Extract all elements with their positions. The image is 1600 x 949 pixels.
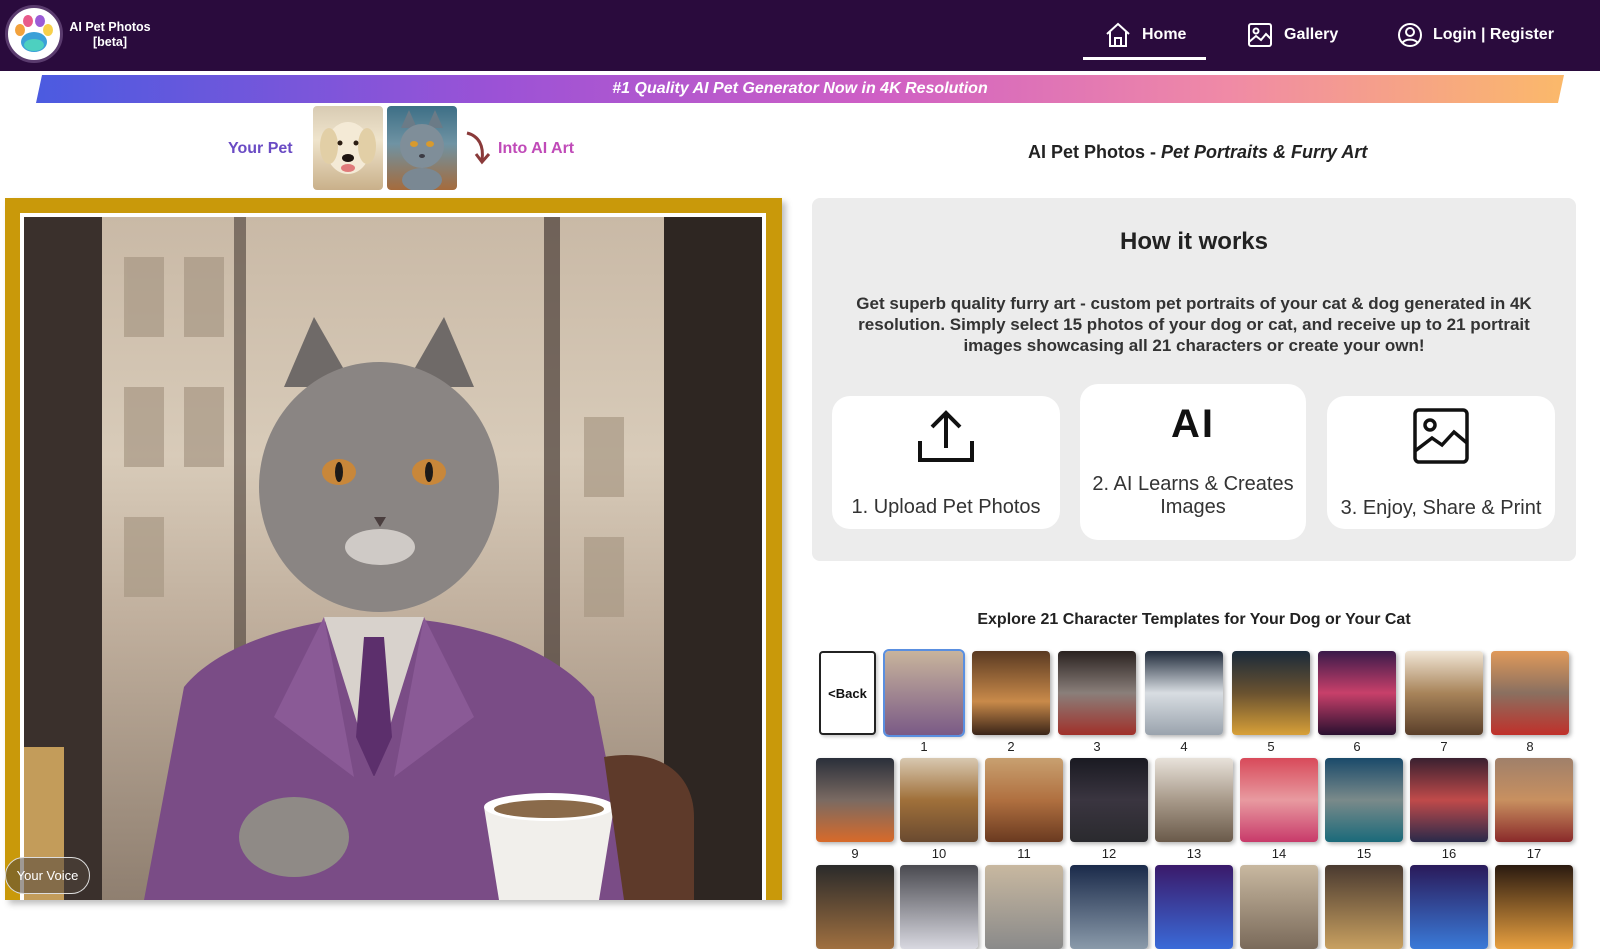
template-number: 5 xyxy=(1267,739,1275,754)
template-thumb-17[interactable] xyxy=(1495,758,1573,842)
template-number: 9 xyxy=(851,846,859,861)
top-navbar: AI Pet Photos [beta] Home Gallery Login … xyxy=(0,0,1600,71)
template-number: 8 xyxy=(1526,739,1534,754)
how-it-works-title: How it works xyxy=(1119,228,1269,255)
template-thumb-21[interactable] xyxy=(1070,865,1148,949)
back-chevron: < xyxy=(828,685,836,701)
template-thumb-15[interactable] xyxy=(1325,758,1403,842)
template-thumb-23[interactable] xyxy=(1240,865,1318,949)
featured-cat-portrait[interactable] xyxy=(24,217,762,900)
nav-home[interactable]: Home xyxy=(1104,18,1186,52)
template-number: 6 xyxy=(1353,739,1361,754)
featured-portrait-frame xyxy=(5,198,782,900)
template-thumb-25[interactable] xyxy=(1410,865,1488,949)
template-number: 7 xyxy=(1440,739,1448,754)
user-icon xyxy=(1398,23,1422,47)
template-number: 4 xyxy=(1180,739,1188,754)
template-number: 3 xyxy=(1093,739,1101,754)
cat-photo-thumbnail xyxy=(387,106,457,190)
nav-login-register[interactable]: Login | Register xyxy=(1397,18,1554,52)
subtitle-emphasis: Pet Portraits & Furry Art xyxy=(1161,142,1368,162)
template-thumb-6[interactable] xyxy=(1318,651,1396,735)
curved-arrow-icon xyxy=(466,131,491,165)
template-thumb-14[interactable] xyxy=(1240,758,1318,842)
promo-banner-text: #1 Quality AI Pet Generator Now in 4K Re… xyxy=(612,80,988,97)
template-number: 12 xyxy=(1101,846,1117,861)
template-thumb-3[interactable] xyxy=(1058,651,1136,735)
template-thumb-7[interactable] xyxy=(1405,651,1483,735)
home-icon xyxy=(1106,22,1130,47)
promo-banner[interactable]: #1 Quality AI Pet Generator Now in 4K Re… xyxy=(36,75,1564,103)
template-number: 16 xyxy=(1441,846,1457,861)
templates-title: Explore 21 Character Templates for Your … xyxy=(977,611,1411,628)
template-thumb-22[interactable] xyxy=(1155,865,1233,949)
template-thumb-11[interactable] xyxy=(985,758,1063,842)
step-enjoy-label: 3. Enjoy, Share & Print xyxy=(1340,497,1542,519)
back-label: Back xyxy=(835,685,867,701)
template-thumb-1[interactable] xyxy=(883,649,965,737)
template-thumb-2[interactable] xyxy=(972,651,1050,735)
brand-title: AI Pet Photos xyxy=(69,20,151,34)
how-it-works-description: Get superb quality furry art - custom pe… xyxy=(856,294,1532,355)
step-ai-card[interactable]: AI 2. AI Learns & Creates Images xyxy=(1080,384,1306,540)
template-number: 15 xyxy=(1356,846,1372,861)
image-icon xyxy=(1413,408,1469,464)
templates-back-button[interactable]: < Back xyxy=(819,651,876,735)
paw-logo-icon[interactable] xyxy=(5,5,63,63)
step-upload-label: 1. Upload Pet Photos xyxy=(851,496,1041,518)
nav-login-label: Login | Register xyxy=(1433,26,1554,43)
template-number: 11 xyxy=(1017,846,1031,861)
template-thumb-12[interactable] xyxy=(1070,758,1148,842)
template-thumb-8[interactable] xyxy=(1491,651,1569,735)
template-thumb-5[interactable] xyxy=(1232,651,1310,735)
your-pet-label: Your Pet xyxy=(228,140,293,157)
template-number: 1 xyxy=(920,739,928,754)
template-thumb-10[interactable] xyxy=(900,758,978,842)
ai-icon: AI xyxy=(1171,402,1215,446)
how-it-works-panel: How it works Get superb quality furry ar… xyxy=(812,198,1576,561)
template-number: 2 xyxy=(1007,739,1015,754)
step-enjoy-card[interactable]: 3. Enjoy, Share & Print xyxy=(1327,396,1555,529)
nav-home-label: Home xyxy=(1142,26,1187,43)
brand-name[interactable]: AI Pet Photos [beta] xyxy=(66,20,154,50)
upload-icon xyxy=(918,410,974,462)
template-thumb-13[interactable] xyxy=(1155,758,1233,842)
template-thumb-4[interactable] xyxy=(1145,651,1223,735)
template-thumb-26[interactable] xyxy=(1495,865,1573,949)
dog-photo-thumbnail xyxy=(313,106,383,190)
template-number: 14 xyxy=(1271,846,1287,861)
gallery-icon xyxy=(1248,23,1272,47)
step-ai-label: 2. AI Learns & Creates Images xyxy=(1092,473,1294,518)
template-thumb-24[interactable] xyxy=(1325,865,1403,949)
into-ai-art-label: Into AI Art xyxy=(498,140,575,157)
brand-beta-tag: [beta] xyxy=(92,35,128,49)
nav-gallery-label: Gallery xyxy=(1284,26,1339,43)
featured-portrait-mat xyxy=(20,213,766,900)
step-upload-card[interactable]: 1. Upload Pet Photos xyxy=(832,396,1060,529)
template-number: 13 xyxy=(1186,846,1202,861)
subtitle-prefix: AI Pet Photos - xyxy=(1028,142,1162,162)
template-thumb-9[interactable] xyxy=(816,758,894,842)
template-number: 10 xyxy=(931,846,947,861)
page-subtitle: AI Pet Photos - Pet Portraits & Furry Ar… xyxy=(1028,142,1367,163)
template-thumb-16[interactable] xyxy=(1410,758,1488,842)
nav-gallery[interactable]: Gallery xyxy=(1246,18,1338,52)
template-thumb-19[interactable] xyxy=(900,865,978,949)
template-thumb-20[interactable] xyxy=(985,865,1063,949)
your-voice-button[interactable]: Your Voice xyxy=(5,857,90,894)
active-nav-indicator xyxy=(1083,57,1206,60)
template-thumb-18[interactable] xyxy=(816,865,894,949)
template-number: 17 xyxy=(1526,846,1542,861)
